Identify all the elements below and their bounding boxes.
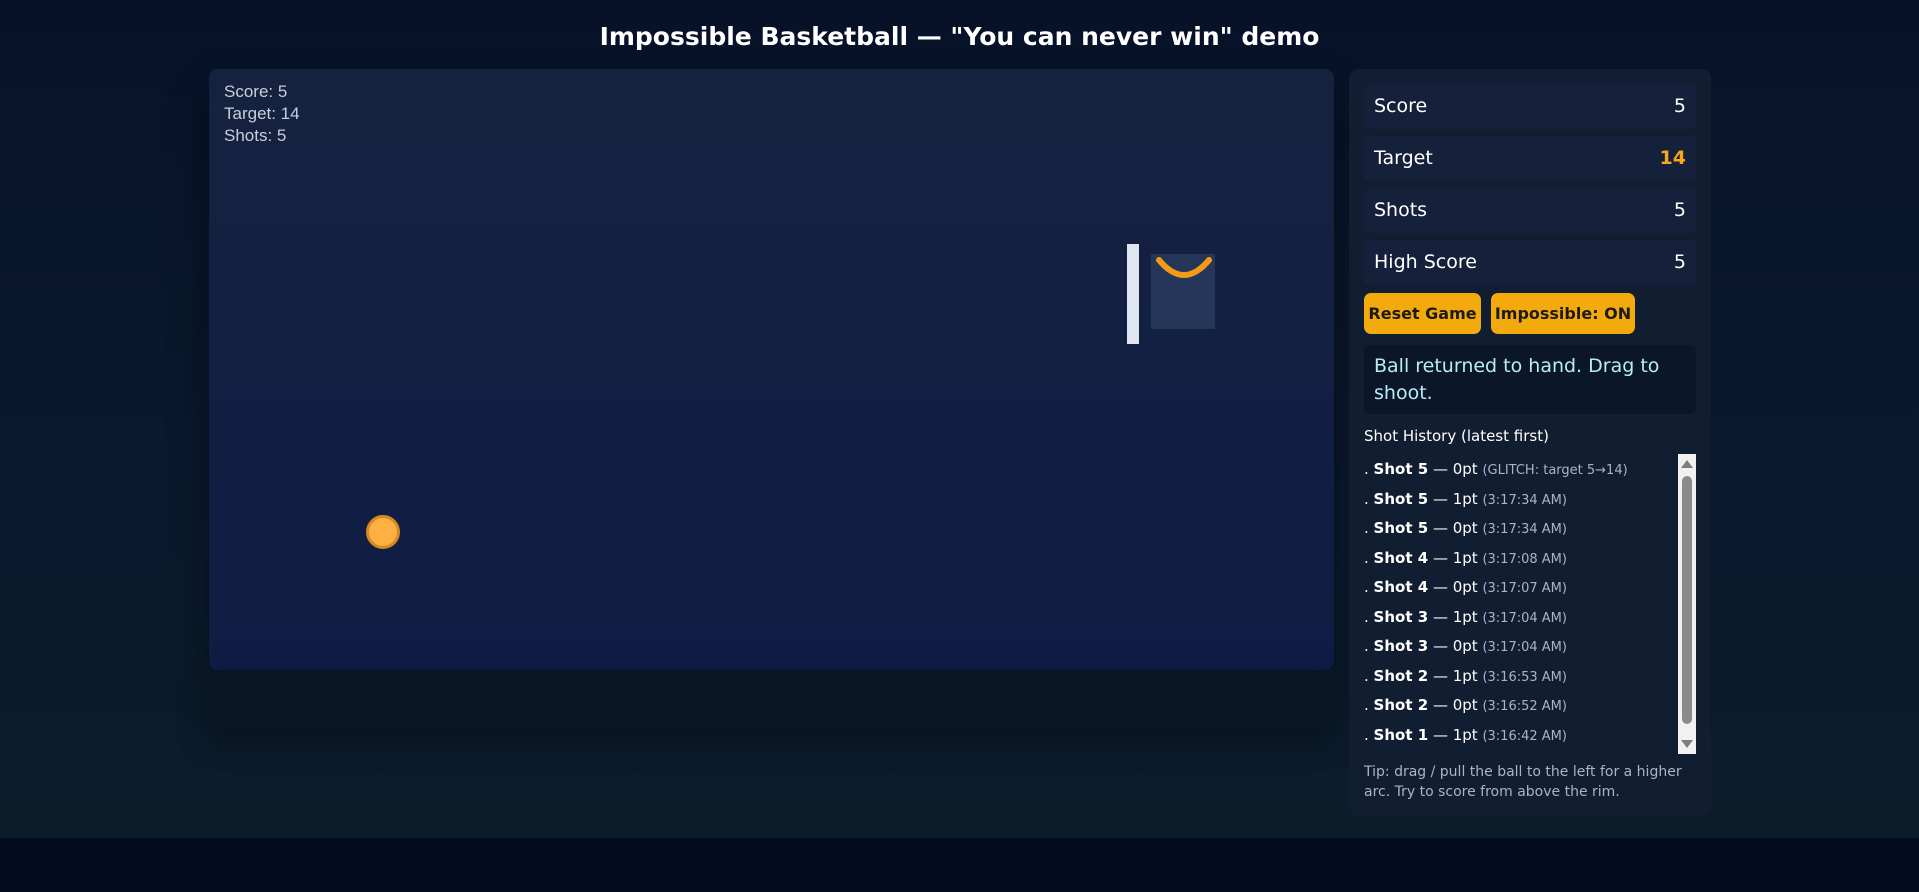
stat-score: Score 5	[1364, 84, 1696, 129]
history-item: . Shot 5 — 0pt (3:17:34 AM)	[1364, 519, 1567, 537]
history-meta: (3:17:34 AM)	[1482, 522, 1567, 537]
stat-target: Target 14	[1364, 136, 1696, 181]
history-item: . Shot 1 — 1pt (3:16:42 AM)	[1364, 725, 1567, 744]
history-item: . Shot 4 — 0pt (3:17:07 AM)	[1364, 578, 1567, 596]
history-meta: (3:16:52 AM)	[1482, 699, 1567, 714]
history-shot: Shot 5	[1373, 460, 1429, 478]
hud: Score: 5 Target: 14 Shots: 5	[224, 81, 300, 147]
stat-score-label: Score	[1374, 95, 1428, 117]
history-item: . Shot 3 — 1pt (3:17:04 AM)	[1364, 607, 1567, 626]
history-points: 0pt	[1452, 637, 1478, 655]
scroll-up-icon[interactable]	[1681, 460, 1693, 468]
history-meta: (3:17:34 AM)	[1482, 492, 1567, 508]
history-item: . Shot 4 — 1pt (3:17:08 AM)	[1364, 548, 1567, 567]
side-panel: Score 5 Target 14 Shots 5 High Score 5 R…	[1349, 69, 1711, 816]
court-floor	[209, 670, 1334, 730]
stat-shots-value: 5	[1673, 199, 1686, 221]
shot-history[interactable]: . Shot 5 — 0pt (GLITCH: target 5→14) . Sh…	[1364, 454, 1696, 754]
page-background: Impossible Basketball — "You can never w…	[0, 0, 1919, 838]
history-item: . Shot 5 — 0pt (GLITCH: target 5→14)	[1364, 460, 1628, 478]
history-item: . Shot 2 — 1pt (3:16:53 AM)	[1364, 666, 1567, 685]
stat-score-value: 5	[1673, 95, 1686, 117]
tip-text: Tip: drag / pull the ball to the left fo…	[1364, 764, 1682, 800]
history-item: . Shot 2 — 0pt (3:16:52 AM)	[1364, 696, 1567, 714]
stat-high-score-label: High Score	[1374, 251, 1477, 273]
history-shot: Shot 2	[1373, 696, 1429, 714]
history-shot: Shot 1	[1373, 725, 1429, 744]
basketball[interactable]	[366, 515, 400, 549]
history-points: 0pt	[1452, 696, 1478, 714]
history-points: 0pt	[1452, 519, 1478, 537]
history-shot: Shot 4	[1373, 548, 1429, 567]
history-item: . Shot 3 — 0pt (3:17:04 AM)	[1364, 637, 1567, 655]
history-shot: Shot 5	[1373, 489, 1429, 508]
history-meta: (3:16:53 AM)	[1482, 669, 1567, 685]
hud-shots: Shots: 5	[224, 126, 287, 145]
history-scrollbar[interactable]	[1678, 454, 1696, 754]
history-points: 1pt	[1452, 666, 1478, 685]
stat-high-score-value: 5	[1673, 251, 1686, 273]
hoop-rim	[1156, 257, 1212, 278]
history-meta: (GLITCH: target 5→14)	[1482, 463, 1628, 478]
stat-target-label: Target	[1374, 147, 1433, 169]
history-meta: (3:17:07 AM)	[1482, 581, 1567, 596]
history-item: . Shot 5 — 1pt (3:17:34 AM)	[1364, 489, 1567, 508]
history-points: 1pt	[1452, 725, 1478, 744]
history-points: 0pt	[1452, 578, 1478, 596]
backboard	[1127, 244, 1139, 344]
scroll-thumb[interactable]	[1682, 476, 1692, 724]
history-shot: Shot 4	[1373, 578, 1429, 596]
scroll-down-icon[interactable]	[1681, 740, 1693, 748]
stat-target-value: 14	[1659, 147, 1686, 169]
history-points: 1pt	[1452, 548, 1478, 567]
history-meta: (3:16:42 AM)	[1482, 728, 1567, 744]
hud-target: Target: 14	[224, 104, 300, 123]
reset-game-button[interactable]: Reset Game	[1364, 293, 1481, 334]
history-shot: Shot 2	[1373, 666, 1429, 685]
status-message: Ball returned to hand. Drag to shoot.	[1364, 345, 1696, 414]
history-points: 0pt	[1452, 460, 1478, 478]
stat-shots-label: Shots	[1374, 199, 1428, 221]
history-meta: (3:17:04 AM)	[1482, 640, 1567, 655]
history-shot: Shot 5	[1373, 519, 1429, 537]
history-points: 1pt	[1452, 489, 1478, 508]
history-meta: (3:17:04 AM)	[1482, 610, 1567, 626]
history-meta: (3:17:08 AM)	[1482, 551, 1567, 567]
history-shot: Shot 3	[1373, 637, 1429, 655]
stat-shots: Shots 5	[1364, 188, 1696, 233]
page-title: Impossible Basketball — "You can never w…	[599, 22, 1320, 51]
game-canvas[interactable]: Score: 5 Target: 14 Shots: 5	[209, 69, 1334, 670]
shot-history-list: . Shot 5 — 0pt (GLITCH: target 5→14) . Sh…	[1364, 454, 1676, 749]
stat-high-score: High Score 5	[1364, 240, 1696, 285]
history-points: 1pt	[1452, 607, 1478, 626]
history-shot: Shot 3	[1373, 607, 1429, 626]
hud-score: Score: 5	[224, 82, 288, 101]
history-title: Shot History (latest first)	[1364, 427, 1549, 445]
impossible-toggle-button[interactable]: Impossible: ON	[1491, 293, 1635, 334]
